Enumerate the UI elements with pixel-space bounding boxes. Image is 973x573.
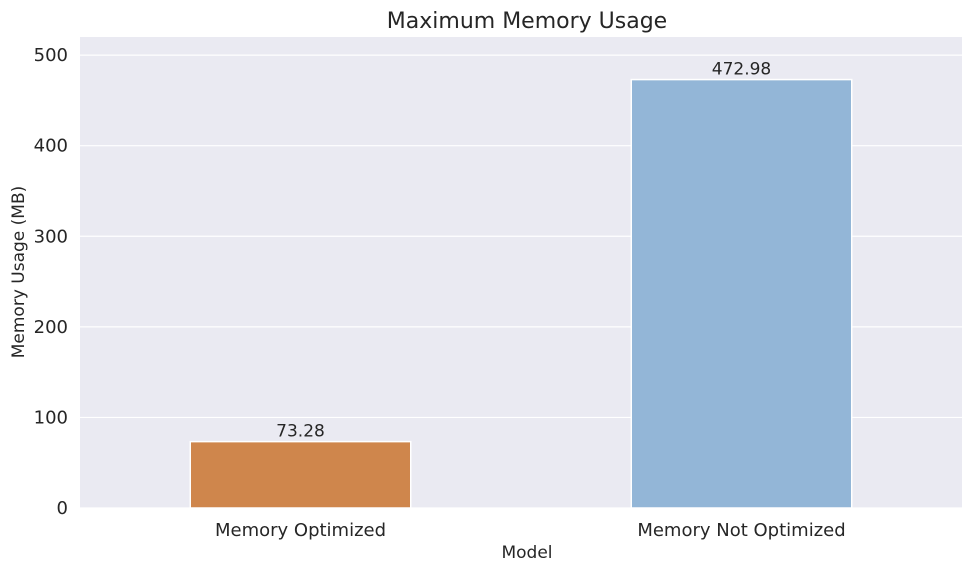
y-tick-label: 200 [34, 317, 68, 338]
x-axis-label: Model [501, 543, 552, 563]
y-tick-label: 400 [34, 136, 68, 157]
bar-value-label: 73.28 [276, 422, 325, 442]
y-tick-label: 500 [34, 45, 68, 66]
x-tick-labels: Memory Optimized Memory Not Optimized [215, 520, 846, 541]
x-tick-label: Memory Optimized [215, 520, 386, 541]
bar-chart: 73.28 472.98 0 100 200 300 400 500 Memory Opti… [9, 9, 962, 563]
y-axis-label: Memory Usage (MB) [9, 186, 29, 359]
y-tick-labels: 0 100 200 300 400 500 [34, 45, 68, 519]
chart-title: Maximum Memory Usage [387, 9, 667, 34]
bar [630, 78, 853, 509]
x-tick-label: Memory Not Optimized [637, 520, 845, 541]
y-tick-label: 300 [34, 226, 68, 247]
bar [189, 440, 412, 509]
y-tick-label: 100 [34, 407, 68, 428]
bar-value-label: 472.98 [712, 60, 771, 80]
y-tick-label: 0 [57, 498, 68, 519]
